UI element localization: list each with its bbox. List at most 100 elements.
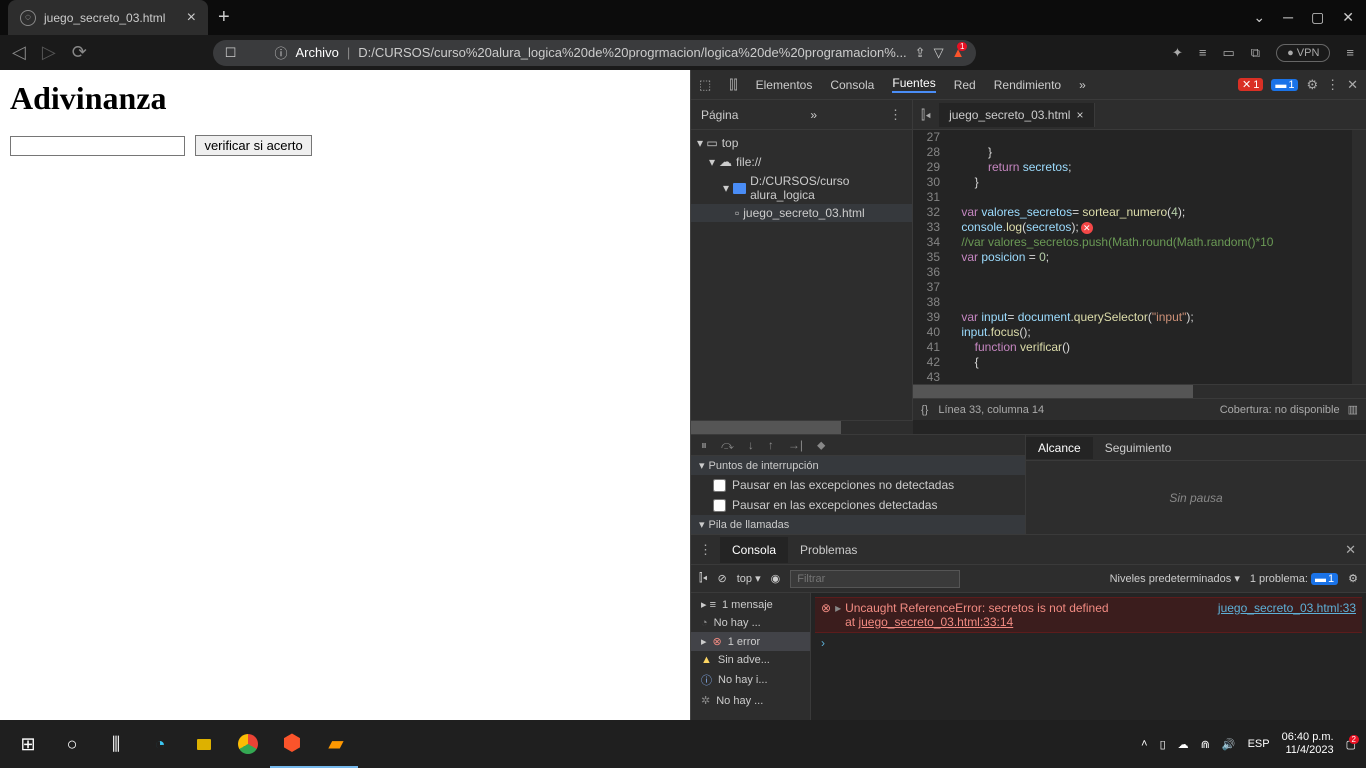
browser-tab[interactable]: ◌ juego_secreto_03.html × bbox=[8, 0, 208, 35]
battery-icon[interactable]: ▯ bbox=[1160, 738, 1166, 751]
editor-hscroll[interactable] bbox=[913, 384, 1366, 398]
scope-tab[interactable]: Alcance bbox=[1026, 437, 1093, 459]
close-tab-icon[interactable]: × bbox=[187, 9, 196, 27]
side-no-verbose[interactable]: ✲ No hay ... bbox=[691, 691, 810, 710]
callstack-header[interactable]: ▾ Pila de llamadas bbox=[691, 515, 1025, 534]
tab-sources[interactable]: Fuentes bbox=[892, 76, 935, 93]
close-drawer-icon[interactable]: ✕ bbox=[1335, 542, 1366, 558]
share-icon[interactable]: ⇪ bbox=[915, 45, 926, 61]
side-messages[interactable]: ▸ ≡ 1 mensaje bbox=[691, 595, 810, 614]
chevron-down-icon[interactable]: ⌄ bbox=[1253, 9, 1265, 26]
editor-vscroll[interactable] bbox=[1352, 130, 1366, 384]
file-nav-icon[interactable]: ⫿◂ bbox=[913, 107, 939, 123]
onedrive-icon[interactable]: ☁ bbox=[1178, 738, 1189, 751]
back-icon[interactable]: ◁ bbox=[12, 42, 26, 63]
editor-tab[interactable]: juego_secreto_03.html × bbox=[939, 103, 1094, 127]
maximize-icon[interactable]: ▢ bbox=[1311, 9, 1324, 26]
tab-performance[interactable]: Rendimiento bbox=[994, 78, 1061, 92]
wifi-icon[interactable]: ⋒ bbox=[1201, 738, 1210, 751]
explorer-icon[interactable] bbox=[182, 720, 226, 768]
gear-icon[interactable]: ⚙ bbox=[1306, 77, 1318, 93]
chrome-icon[interactable] bbox=[226, 720, 270, 768]
breakpoints-header[interactable]: ▾ Puntos de interrupción bbox=[691, 456, 1025, 475]
step-into-icon[interactable]: ↓ bbox=[748, 438, 754, 452]
tree-protocol[interactable]: ▾ ☁ file:// bbox=[691, 152, 912, 172]
nav-hscroll[interactable] bbox=[691, 420, 913, 434]
eye-icon[interactable]: ◉ bbox=[771, 572, 781, 585]
step-over-icon[interactable]: ⤼ bbox=[721, 438, 734, 453]
bookmark-icon[interactable]: ☐ bbox=[225, 45, 237, 61]
console-gear-icon[interactable]: ⚙ bbox=[1348, 572, 1358, 585]
start-button[interactable]: ⊞ bbox=[6, 720, 50, 768]
guess-input[interactable] bbox=[10, 136, 185, 156]
verify-button[interactable]: verificar si acerto bbox=[195, 135, 311, 156]
clear-console-icon[interactable]: ⊘ bbox=[718, 572, 727, 585]
reload-icon[interactable]: ⟳ bbox=[72, 42, 87, 63]
extensions-icon[interactable]: ✦ bbox=[1172, 45, 1183, 61]
tree-folder[interactable]: ▾ D:/CURSOS/curso alura_logica bbox=[691, 172, 912, 204]
brave-icon[interactable]: ⬢ bbox=[270, 720, 314, 768]
errors-badge[interactable]: ✕ 1 bbox=[1238, 78, 1263, 91]
menu-icon[interactable]: ≡ bbox=[1346, 45, 1354, 60]
brave-rewards-icon[interactable]: ▲1 bbox=[952, 45, 965, 60]
inspect-icon[interactable]: ⬚ bbox=[699, 77, 711, 93]
step-out-icon[interactable]: ↑ bbox=[768, 438, 774, 452]
filter-input[interactable] bbox=[790, 570, 960, 588]
pause-icon[interactable]: ⏸ bbox=[701, 438, 707, 453]
step-icon[interactable]: →| bbox=[788, 438, 803, 452]
close-editor-tab-icon[interactable]: × bbox=[1076, 108, 1083, 122]
url-box[interactable]: ☐ ⓘ Archivo | D:/CURSOS/curso%20alura_lo… bbox=[213, 40, 977, 66]
pause-uncaught-checkbox[interactable] bbox=[713, 479, 726, 492]
side-no-warn[interactable]: ▲ Sin adve... bbox=[691, 651, 810, 669]
notifications-icon[interactable]: ▢2 bbox=[1346, 738, 1356, 751]
navigator-menu-icon[interactable]: ⋮ bbox=[889, 107, 902, 123]
levels-select[interactable]: Niveles predeterminados ▾ bbox=[1110, 572, 1240, 585]
side-no-user[interactable]: ◔ No hay ... bbox=[691, 614, 810, 632]
search-icon[interactable]: ○ bbox=[50, 720, 94, 768]
close-window-icon[interactable]: ✕ bbox=[1342, 9, 1354, 26]
pip-icon[interactable]: ⧉ bbox=[1251, 45, 1260, 61]
device-icon[interactable]: ⫿⫿ bbox=[729, 77, 737, 93]
pause-caught-checkbox[interactable] bbox=[713, 499, 726, 512]
navigator-page[interactable]: Página bbox=[701, 108, 738, 122]
new-tab-button[interactable]: + bbox=[208, 6, 240, 29]
vpn-button[interactable]: ● VPN bbox=[1276, 44, 1330, 62]
info-icon[interactable]: ⓘ bbox=[274, 43, 287, 62]
volume-icon[interactable]: 🔊 bbox=[1222, 738, 1236, 751]
kebab-icon[interactable]: ⋮ bbox=[1326, 77, 1339, 93]
close-devtools-icon[interactable]: ✕ bbox=[1347, 77, 1358, 93]
code-area[interactable]: 2728 }29 return secretos;30 }3132 var va… bbox=[913, 130, 1352, 384]
context-select[interactable]: top ▾ bbox=[737, 572, 761, 585]
drawer-tab-console[interactable]: Consola bbox=[720, 537, 788, 563]
navigator-more-icon[interactable]: » bbox=[810, 108, 817, 122]
error-source-link[interactable]: juego_secreto_03.html:33 bbox=[1218, 601, 1356, 629]
tree-file[interactable]: ▫ juego_secreto_03.html bbox=[691, 204, 912, 222]
side-errors[interactable]: ▸ ⊗ 1 error bbox=[691, 632, 810, 651]
more-tabs-icon[interactable]: » bbox=[1079, 78, 1086, 92]
watch-tab[interactable]: Seguimiento bbox=[1093, 437, 1184, 459]
deactivate-bp-icon[interactable]: ⬥ bbox=[817, 438, 825, 453]
problems-count[interactable]: 1 problema: ▬ 1 bbox=[1250, 573, 1338, 585]
drawer-tab-problems[interactable]: Problemas bbox=[788, 537, 869, 563]
minimize-icon[interactable]: ─ bbox=[1283, 9, 1293, 26]
tab-elements[interactable]: Elementos bbox=[756, 78, 813, 92]
console-prompt[interactable]: › bbox=[815, 633, 1362, 653]
coverage-icon[interactable]: ▥ bbox=[1348, 403, 1358, 416]
brave-shield-icon[interactable]: ▽ bbox=[934, 45, 944, 61]
tray-expand-icon[interactable]: ˄ bbox=[1141, 738, 1147, 750]
console-sidebar-icon[interactable]: ⫿◂ bbox=[699, 572, 708, 585]
braces-icon[interactable]: {} bbox=[921, 404, 928, 416]
playlist-icon[interactable]: ≡ bbox=[1199, 45, 1207, 60]
tab-console[interactable]: Consola bbox=[830, 78, 874, 92]
side-no-info[interactable]: ⓘ No hay i... bbox=[691, 669, 810, 691]
language-indicator[interactable]: ESP bbox=[1248, 738, 1270, 750]
info-badge[interactable]: ▬ 1 bbox=[1271, 79, 1298, 91]
clock[interactable]: 06:40 p.m. 11/4/2023 bbox=[1282, 731, 1334, 757]
tree-top[interactable]: ▾ ▭ top bbox=[691, 134, 912, 152]
console-menu-icon[interactable]: ⋮ bbox=[691, 542, 720, 558]
taskview-icon[interactable]: ⫼ bbox=[94, 720, 138, 768]
tab-network[interactable]: Red bbox=[954, 78, 976, 92]
wallet-icon[interactable]: ▭ bbox=[1222, 45, 1234, 61]
sublime-icon[interactable]: ▰ bbox=[314, 720, 358, 768]
edge-icon[interactable]: ◔ bbox=[138, 720, 182, 768]
